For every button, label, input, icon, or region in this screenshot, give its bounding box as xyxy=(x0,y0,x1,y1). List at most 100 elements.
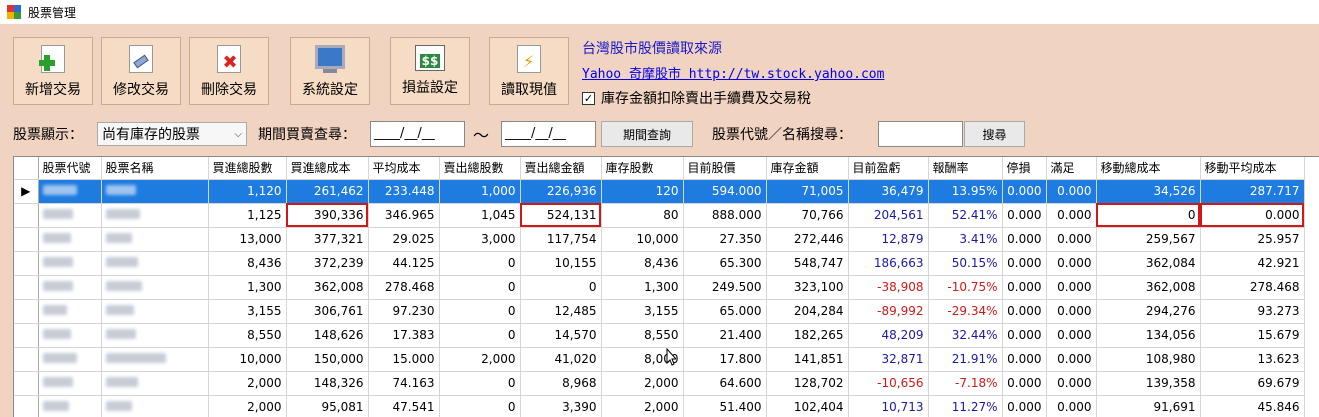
table-cell[interactable]: 10,155 xyxy=(520,251,602,276)
table-cell[interactable] xyxy=(101,395,209,417)
table-cell[interactable]: 1,300 xyxy=(208,275,287,300)
table-cell[interactable]: 148,326 xyxy=(286,371,369,396)
column-header[interactable]: 目前股價 xyxy=(683,157,767,180)
table-cell[interactable]: 182,265 xyxy=(766,323,849,348)
table-cell[interactable]: -29.34% xyxy=(928,299,1003,324)
table-cell[interactable]: 52.41% xyxy=(928,203,1003,228)
table-cell[interactable]: 15.000 xyxy=(368,347,440,372)
table-cell[interactable]: 13,000 xyxy=(208,227,287,252)
table-cell[interactable]: 45.846 xyxy=(1200,395,1305,417)
table-cell[interactable]: 102,404 xyxy=(766,395,849,417)
table-cell[interactable]: 0 xyxy=(1096,203,1201,228)
table-cell[interactable]: 278.468 xyxy=(368,275,440,300)
table-cell[interactable]: -89,992 xyxy=(848,299,929,324)
table-cell[interactable]: 21.91% xyxy=(928,347,1003,372)
table-cell[interactable]: 0 xyxy=(439,395,521,417)
column-header[interactable]: 目前盈虧 xyxy=(848,157,929,180)
table-cell[interactable] xyxy=(101,203,209,228)
table-row[interactable]: 13,000 377,321 29.025 3,000 117,754 10,000 27.… xyxy=(14,227,1305,252)
table-row[interactable]: 8,550 148,626 17.383 0 14,570 8,550 21.400 182,… xyxy=(14,323,1305,348)
table-cell[interactable]: 42.921 xyxy=(1200,251,1305,276)
table-cell[interactable]: 8,968 xyxy=(520,371,602,396)
table-cell[interactable]: 226,936 xyxy=(520,179,602,204)
table-cell[interactable]: 150,000 xyxy=(286,347,369,372)
table-cell[interactable] xyxy=(38,179,102,204)
table-cell[interactable]: 0.000 xyxy=(1002,299,1047,324)
row-header[interactable] xyxy=(14,323,39,348)
table-cell[interactable]: 0.000 xyxy=(1002,227,1047,252)
table-cell[interactable]: 8,436 xyxy=(601,251,684,276)
table-cell[interactable] xyxy=(38,299,102,324)
table-cell[interactable]: 2,000 xyxy=(439,347,521,372)
table-cell[interactable]: 0.000 xyxy=(1002,179,1047,204)
table-cell[interactable]: 50.15% xyxy=(928,251,1003,276)
table-row[interactable]: 1,125 390,336 346.965 1,045 524,131 80 888.000… xyxy=(14,203,1305,228)
row-header[interactable]: ▶ xyxy=(14,179,39,204)
table-cell[interactable]: 3,155 xyxy=(601,299,684,324)
search-button[interactable]: 搜尋 xyxy=(964,121,1025,147)
table-cell[interactable]: 47.541 xyxy=(368,395,440,417)
table-cell[interactable]: 13.95% xyxy=(928,179,1003,204)
column-header[interactable]: 滿足 xyxy=(1046,157,1097,180)
table-cell[interactable]: -10.75% xyxy=(928,275,1003,300)
table-cell[interactable]: 3,155 xyxy=(208,299,287,324)
table-cell[interactable]: 8,550 xyxy=(208,323,287,348)
table-cell[interactable]: 0.000 xyxy=(1002,395,1047,417)
table-cell[interactable]: 278.468 xyxy=(1200,275,1305,300)
table-cell[interactable]: 233.448 xyxy=(368,179,440,204)
table-cell[interactable]: 34,526 xyxy=(1096,179,1201,204)
column-header[interactable]: 平均成本 xyxy=(368,157,440,180)
table-cell[interactable] xyxy=(101,275,209,300)
table-cell[interactable]: 3,000 xyxy=(439,227,521,252)
table-cell[interactable]: 888.000 xyxy=(683,203,767,228)
column-header[interactable]: 停損 xyxy=(1002,157,1047,180)
table-cell[interactable]: 1,045 xyxy=(439,203,521,228)
table-cell[interactable]: 0.000 xyxy=(1002,275,1047,300)
table-cell[interactable]: 10,713 xyxy=(848,395,929,417)
table-cell[interactable]: 2,000 xyxy=(601,371,684,396)
table-cell[interactable] xyxy=(101,179,209,204)
table-cell[interactable]: 0.000 xyxy=(1046,179,1097,204)
table-row[interactable]: 10,000 150,000 15.000 2,000 41,020 8,000 17.80… xyxy=(14,347,1305,372)
column-header[interactable]: 買進總成本 xyxy=(286,157,369,180)
table-cell[interactable]: 10,000 xyxy=(601,227,684,252)
table-cell[interactable]: 12,485 xyxy=(520,299,602,324)
table-cell[interactable]: 259,567 xyxy=(1096,227,1201,252)
table-cell[interactable]: 372,239 xyxy=(286,251,369,276)
table-cell[interactable]: 44.125 xyxy=(368,251,440,276)
table-cell[interactable]: 120 xyxy=(601,179,684,204)
column-header[interactable]: 移動總成本 xyxy=(1096,157,1201,180)
table-cell[interactable]: 14,570 xyxy=(520,323,602,348)
table-cell[interactable]: 17.800 xyxy=(683,347,767,372)
table-cell[interactable]: 0.000 xyxy=(1200,203,1305,228)
table-cell[interactable]: 0.000 xyxy=(1002,347,1047,372)
table-cell[interactable]: 10,000 xyxy=(208,347,287,372)
table-cell[interactable]: 32.44% xyxy=(928,323,1003,348)
system-settings-button[interactable]: 系統設定 xyxy=(290,37,370,105)
table-cell[interactable]: 65.300 xyxy=(683,251,767,276)
table-cell[interactable] xyxy=(38,251,102,276)
stock-display-select[interactable]: 尚有庫存的股票 ⌵ xyxy=(97,122,247,146)
column-header[interactable]: 賣出總金額 xyxy=(520,157,602,180)
table-cell[interactable] xyxy=(38,203,102,228)
table-cell[interactable]: 148,626 xyxy=(286,323,369,348)
column-header[interactable]: 報酬率 xyxy=(928,157,1003,180)
table-cell[interactable]: 186,663 xyxy=(848,251,929,276)
table-cell[interactable]: 0.000 xyxy=(1046,251,1097,276)
table-cell[interactable]: 0.000 xyxy=(1002,371,1047,396)
table-cell[interactable]: 0.000 xyxy=(1046,227,1097,252)
table-cell[interactable]: 1,000 xyxy=(439,179,521,204)
column-header[interactable]: 庫存金額 xyxy=(766,157,849,180)
table-cell[interactable]: 0.000 xyxy=(1002,251,1047,276)
table-cell[interactable] xyxy=(101,251,209,276)
table-cell[interactable]: 0 xyxy=(439,275,521,300)
read-current-price-button[interactable]: ⚡ 讀取現值 xyxy=(489,37,569,105)
table-cell[interactable]: 97.230 xyxy=(368,299,440,324)
table-cell[interactable]: 0.000 xyxy=(1046,275,1097,300)
table-cell[interactable]: 27.350 xyxy=(683,227,767,252)
add-trade-button[interactable]: 新增交易 xyxy=(13,37,93,105)
table-cell[interactable]: -10,656 xyxy=(848,371,929,396)
date-to-input[interactable]: ____/__/__ xyxy=(501,121,596,147)
table-cell[interactable]: 0 xyxy=(439,299,521,324)
stock-search-input[interactable] xyxy=(878,121,963,147)
